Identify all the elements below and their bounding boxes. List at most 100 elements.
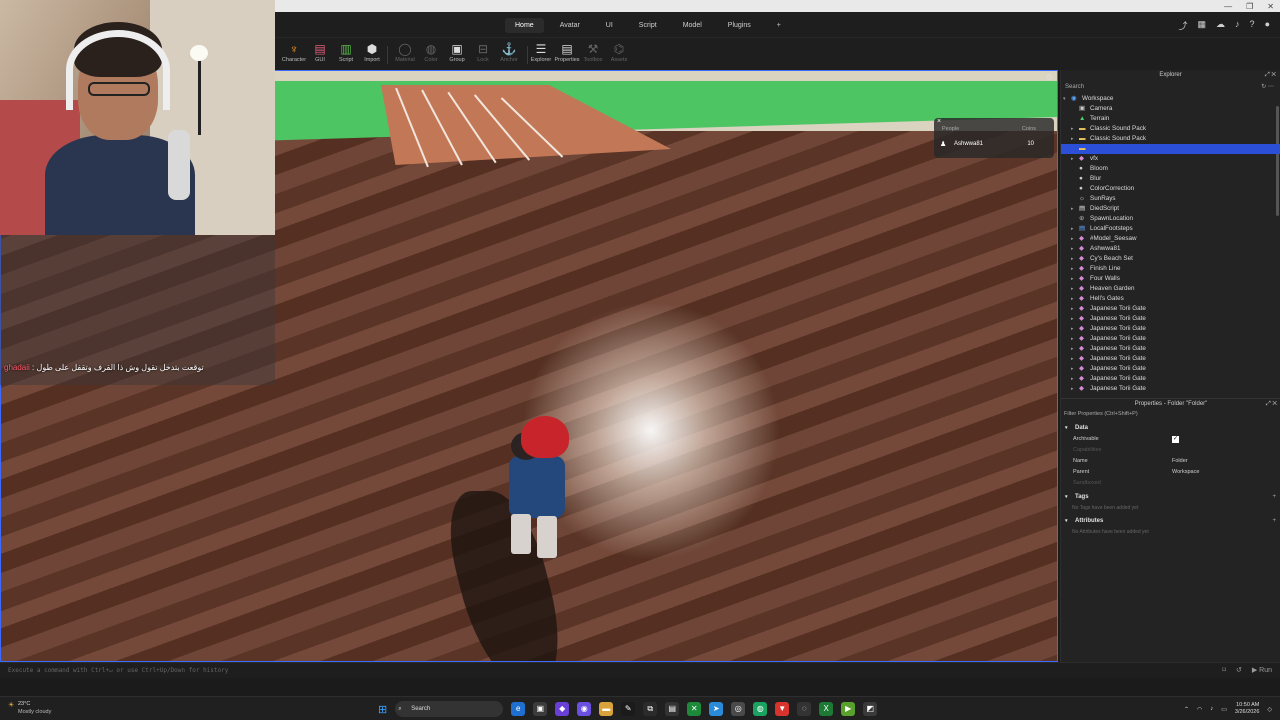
windows-start-icon[interactable]: ⊞ (378, 703, 387, 716)
add-tag-button[interactable]: + (1272, 492, 1276, 503)
add-tab-button[interactable]: + (767, 18, 791, 33)
notifications-icon[interactable]: ◇ (1267, 706, 1272, 713)
close-icon[interactable]: × (937, 118, 941, 125)
avatar[interactable]: ● (1265, 19, 1270, 32)
settings-gear-icon[interactable]: ⚙ (1046, 73, 1053, 82)
expand-arrow-icon[interactable]: ▸ (1071, 274, 1074, 284)
taskbar-search-input[interactable]: ⌕ Search (395, 701, 504, 717)
command-bar[interactable]: Execute a command with Ctrl+↵ or use Ctr… (0, 662, 1280, 678)
battery-icon[interactable]: ▭ (1221, 706, 1227, 713)
import-tool-button[interactable]: ⬢ Import (357, 41, 387, 63)
explorer-tree-item[interactable]: ▬ (1061, 144, 1280, 154)
capcut-icon[interactable]: ✎ (621, 702, 636, 716)
bookmark-icon[interactable]: ⌑ (1222, 666, 1226, 674)
properties-filter-input[interactable]: Filter Properties (Ctrl+Shift+P) (1061, 409, 1280, 420)
expand-arrow-icon[interactable]: ▸ (1071, 224, 1074, 234)
refresh-icon[interactable]: ↻ ⋯ (1261, 82, 1274, 92)
player-character[interactable] (501, 416, 581, 566)
expand-arrow-icon[interactable]: ▸ (1071, 384, 1074, 394)
chevron-up-icon[interactable]: ⌃ (1184, 706, 1189, 713)
expand-arrow-icon[interactable]: ▸ (1071, 264, 1074, 274)
close-icon[interactable]: ✕ (1267, 2, 1274, 11)
pin-close-icon[interactable]: ⤢ ✕ (1266, 399, 1277, 409)
explorer-tree-item[interactable]: ▸ ◆ Japanese Torii Gate (1061, 324, 1280, 334)
expand-arrow-icon[interactable]: ▸ (1071, 324, 1074, 334)
explorer-tree-item[interactable]: ▸ ◆ Four Walls (1061, 274, 1280, 284)
expand-arrow-icon[interactable]: ▸ (1071, 254, 1074, 264)
wifi-icon[interactable]: ◠ (1197, 706, 1202, 713)
expand-arrow-icon[interactable]: ▸ (1071, 234, 1074, 244)
explorer-tree-item[interactable]: ▸ ◆ Japanese Torii Gate (1061, 384, 1280, 394)
expand-arrow-icon[interactable]: ▸ (1071, 134, 1074, 144)
anchor-tool-button[interactable]: ⚓ Anchor (494, 41, 524, 63)
tab-plugins[interactable]: Plugins (718, 18, 761, 33)
help-icon[interactable]: ? (1250, 19, 1255, 32)
player-name[interactable]: Ashwwa81 (954, 141, 983, 147)
expand-arrow-icon[interactable]: ▸ (1071, 314, 1074, 324)
expand-arrow-icon[interactable]: ▸ (1071, 284, 1074, 294)
file-explorer-icon[interactable]: ▬ (599, 702, 614, 716)
edge-icon[interactable]: e (511, 702, 526, 716)
explorer-tree-item[interactable]: ▸ ▬ Classic Sound Pack (1061, 124, 1280, 134)
explorer-tree-item[interactable]: ▲ Terrain (1061, 114, 1280, 124)
app-icon[interactable]: ▼ (775, 702, 790, 716)
explorer-tree-item[interactable]: ☼ SunRays (1061, 194, 1280, 204)
excel-icon[interactable]: X (819, 702, 834, 716)
explorer-tree-item[interactable]: ▸ ▤ DiedScript (1061, 204, 1280, 214)
expand-arrow-icon[interactable]: ▸ (1071, 154, 1074, 164)
app-icon[interactable]: ▣ (533, 702, 548, 716)
expand-arrow-icon[interactable]: ▸ (1071, 304, 1074, 314)
expand-arrow-icon[interactable]: ▾ (1063, 94, 1066, 104)
explorer-tree-item[interactable]: ▸ ◆ Finish Line (1061, 264, 1280, 274)
explorer-tree-item[interactable]: ⊕ SpawnLocation (1061, 214, 1280, 224)
explorer-tree-item[interactable]: ▸ ◆ vfx (1061, 154, 1280, 164)
app-icon[interactable]: ▶ (841, 702, 856, 716)
command-input[interactable]: Execute a command with Ctrl+↵ or use Ctr… (8, 667, 228, 674)
explorer-tree-item[interactable]: ▸ ▬ Classic Sound Pack (1061, 134, 1280, 144)
volume-icon[interactable]: ♪ (1210, 706, 1213, 712)
clock[interactable]: 10:50 AM 3/26/2026 (1235, 702, 1259, 716)
add-attribute-button[interactable]: + (1272, 516, 1276, 527)
explorer-tree-item[interactable]: ▸ ◆ Japanese Torii Gate (1061, 354, 1280, 364)
explorer-tree-item[interactable]: ● Bloom (1061, 164, 1280, 174)
app-icon[interactable]: ◆ (555, 702, 570, 716)
tab-model[interactable]: Model (673, 18, 712, 33)
explorer-tree-item[interactable]: ▸ ◆ Cy's Beach Set (1061, 254, 1280, 264)
tab-home[interactable]: Home (505, 17, 544, 33)
roblox-studio-icon[interactable]: ◩ (863, 702, 878, 716)
explorer-tree-item[interactable]: ▸ ◆ Japanese Torii Gate (1061, 374, 1280, 384)
expand-arrow-icon[interactable]: ▸ (1071, 364, 1074, 374)
explorer-tree-item[interactable]: ▸ ◆ Japanese Torii Gate (1061, 364, 1280, 374)
data-section-header[interactable]: ▾ Data (1061, 423, 1280, 434)
explorer-tree-item[interactable]: ▸ ◆ Japanese Torii Gate (1061, 344, 1280, 354)
explorer-tree-item[interactable]: ▣ Camera (1061, 104, 1280, 114)
discord-icon[interactable]: ◉ (577, 702, 592, 716)
attributes-section-header[interactable]: ▾ Attributes + (1061, 516, 1280, 527)
explorer-tree-item[interactable]: ▸ ◆ Ashwwa81 (1061, 244, 1280, 254)
cloud-icon[interactable]: ☁ (1216, 19, 1225, 32)
app-icon[interactable]: ⧉ (643, 702, 658, 716)
explorer-tree-item[interactable]: ▸ ◆ Japanese Torii Gate (1061, 304, 1280, 314)
explorer-tree-item[interactable]: ● ColorCorrection (1061, 184, 1280, 194)
expand-arrow-icon[interactable]: ▸ (1071, 204, 1074, 214)
chrome-icon[interactable]: ◍ (753, 702, 768, 716)
tab-script[interactable]: Script (629, 18, 667, 33)
share-icon[interactable]: ⤴ (1179, 19, 1188, 32)
telegram-icon[interactable]: ➤ (709, 702, 724, 716)
expand-arrow-icon[interactable]: ▸ (1071, 354, 1074, 364)
minimize-icon[interactable]: — (1224, 2, 1232, 11)
bell-icon[interactable]: ♪ (1235, 19, 1240, 32)
tags-section-header[interactable]: ▾ Tags + (1061, 492, 1280, 503)
expand-arrow-icon[interactable]: ▸ (1071, 124, 1074, 134)
explorer-tree-item[interactable]: ▸ ◆ Heaven Garden (1061, 284, 1280, 294)
explorer-search-input[interactable]: Search ↻ ⋯ (1063, 82, 1278, 92)
assets-tool-button[interactable]: ⌬ Assets (604, 41, 634, 63)
explorer-tree-item[interactable]: ● Blur (1061, 174, 1280, 184)
store-icon[interactable]: ▤ (665, 702, 680, 716)
tab-avatar[interactable]: Avatar (550, 18, 590, 33)
expand-arrow-icon[interactable]: ▸ (1071, 244, 1074, 254)
expand-arrow-icon[interactable]: ▸ (1071, 294, 1074, 304)
explorer-tree-item[interactable]: ▸ ◆ Hell's Gates (1061, 294, 1280, 304)
explorer-tree-item[interactable]: ▸ ◆ #Model_Seesaw (1061, 234, 1280, 244)
expand-arrow-icon[interactable]: ▸ (1071, 334, 1074, 344)
